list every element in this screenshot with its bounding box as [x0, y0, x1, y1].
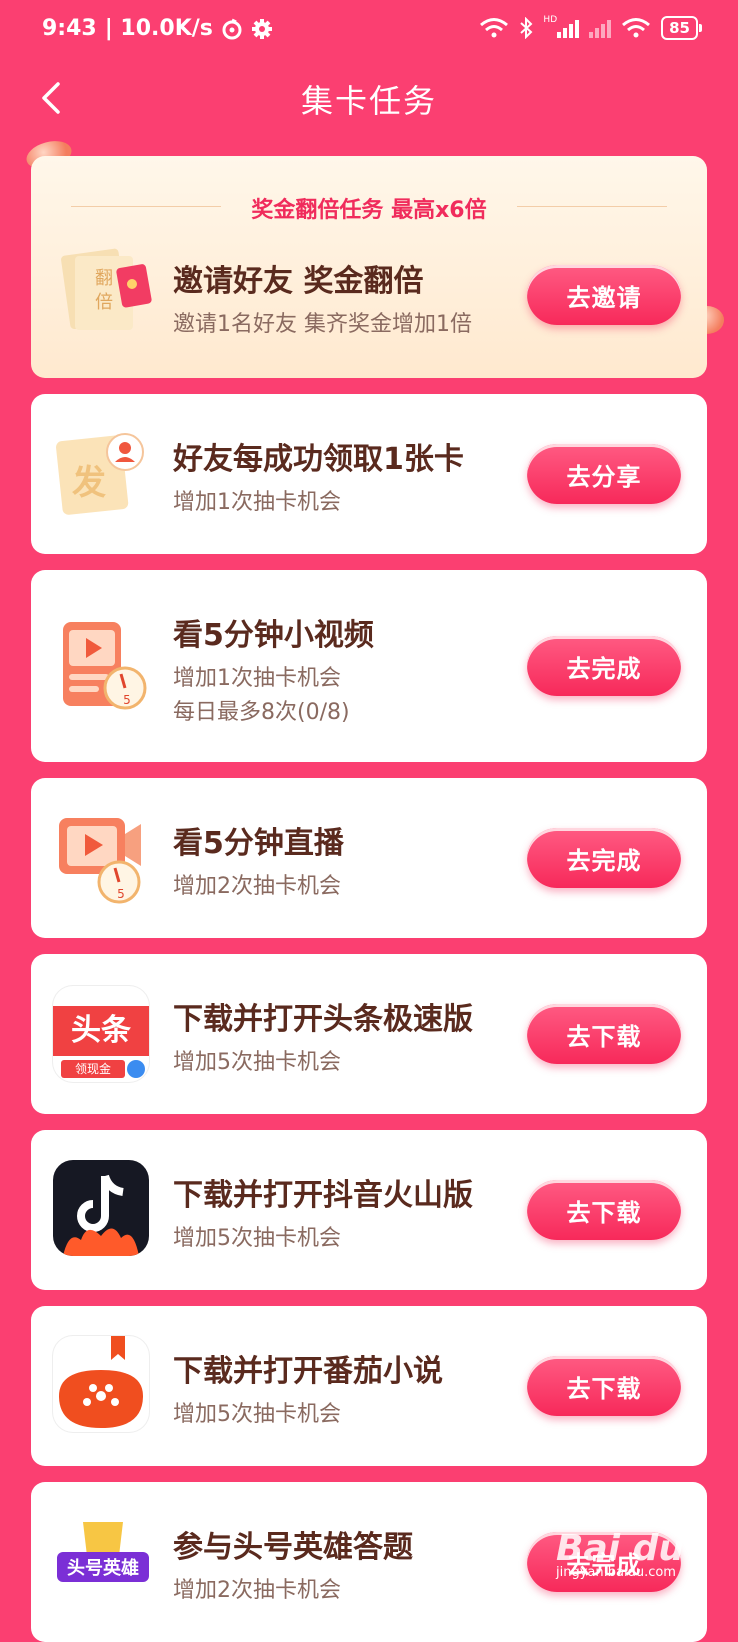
download-button[interactable]: 去下载 [527, 1004, 681, 1064]
bonus-subtitle: 邀请1名好友 集齐奖金增加1倍 [173, 312, 472, 337]
hero-label: 头号英雄 [67, 1557, 139, 1579]
task-card: 下载并打开抖音火山版 增加5次抽卡机会 去下载 [31, 1130, 707, 1290]
clock: 9:43 [42, 16, 97, 41]
task-title: 好友每成功领取1张卡 [173, 442, 464, 477]
signal-icon [557, 18, 580, 38]
icon-char-1: 翻 [95, 268, 113, 289]
page-title: 集卡任务 [300, 82, 437, 120]
task-card: 5 看5分钟小视频 增加1次抽卡机会 每日最多8次(0/8) 去完成 [31, 570, 707, 762]
toutiao-sublabel: 领现金 [61, 1060, 125, 1078]
network-speed: | 10.0K/s [104, 16, 213, 41]
status-bar: 9:43 | 10.0K/s HD 85 [0, 0, 738, 64]
watermark-text: Bai du [556, 1528, 685, 1569]
bonus-heading: 奖金翻倍任务 最高x6倍 [31, 192, 707, 224]
wifi-icon [480, 18, 509, 38]
watermark-sub: jingyan.baidu.com [556, 1565, 676, 1580]
task-title: 参与头号英雄答题 [173, 1530, 413, 1565]
download-button[interactable]: 去下载 [527, 1180, 681, 1240]
fa-card-icon: 发 [53, 424, 153, 524]
task-subtitle: 增加5次抽卡机会 [173, 1050, 341, 1075]
nav-header: 集卡任务 [0, 64, 738, 132]
live-timer-icon: 5 [53, 808, 153, 908]
task-subtitle: 增加1次抽卡机会 [173, 666, 341, 691]
lightning-icon [127, 1060, 145, 1078]
task-card: 头条 领现金 下载并打开头条极速版 增加5次抽卡机会 去下载 [31, 954, 707, 1114]
complete-button[interactable]: 去完成 [527, 636, 681, 696]
toutiao-app-icon: 头条 领现金 [53, 986, 149, 1082]
timer-number: 5 [123, 693, 131, 707]
video-timer-icon: 5 [53, 616, 153, 716]
battery-indicator: 85 [661, 16, 702, 40]
task-subtitle: 增加5次抽卡机会 [173, 1226, 341, 1251]
task-subtitle: 增加2次抽卡机会 [173, 874, 341, 899]
task-title: 看5分钟小视频 [173, 618, 374, 653]
fanqie-novel-app-icon [53, 1336, 149, 1432]
task-subtitle: 增加1次抽卡机会 [173, 490, 341, 515]
share-button[interactable]: 去分享 [527, 444, 681, 504]
bonus-title: 邀请好友 奖金翻倍 [173, 264, 424, 299]
task-card: 下载并打开番茄小说 增加5次抽卡机会 去下载 [31, 1306, 707, 1466]
fa-char: 发 [72, 463, 106, 503]
double-bonus-icon: 翻 倍 [53, 246, 153, 346]
wifi-hotspot-icon [622, 18, 651, 38]
task-title: 下载并打开抖音火山版 [173, 1178, 473, 1213]
task-subtitle: 增加5次抽卡机会 [173, 1402, 341, 1427]
hd-label: HD [543, 15, 558, 25]
gear-icon [251, 18, 272, 39]
task-title: 看5分钟直播 [173, 826, 344, 861]
baidu-watermark: Bai du jingyan.baidu.com [556, 1528, 684, 1580]
task-card: 5 看5分钟直播 增加2次抽卡机会 去完成 [31, 778, 707, 938]
bonus-task-card: 奖金翻倍任务 最高x6倍 翻 倍 邀请好友 奖金翻倍 邀请1名好友 集齐奖金增加… [31, 156, 707, 378]
task-title: 下载并打开番茄小说 [173, 1354, 443, 1389]
bluetooth-icon [520, 17, 533, 39]
sync-icon [222, 18, 242, 39]
signal-icon-2 [589, 18, 612, 38]
task-card: 发 好友每成功领取1张卡 增加1次抽卡机会 去分享 [31, 394, 707, 554]
complete-button[interactable]: 去完成 [527, 828, 681, 888]
hero-quiz-app-icon: 头号英雄 [53, 1516, 153, 1606]
douyin-huoshan-app-icon [53, 1160, 149, 1256]
toutiao-label: 头条 [53, 1006, 149, 1056]
task-limit: 每日最多8次(0/8) [173, 700, 350, 725]
timer-number: 5 [117, 887, 125, 901]
icon-char-2: 倍 [95, 292, 113, 313]
task-title: 下载并打开头条极速版 [173, 1002, 473, 1037]
invite-button[interactable]: 去邀请 [527, 265, 681, 325]
download-button[interactable]: 去下载 [527, 1356, 681, 1416]
task-subtitle: 增加2次抽卡机会 [173, 1578, 341, 1603]
